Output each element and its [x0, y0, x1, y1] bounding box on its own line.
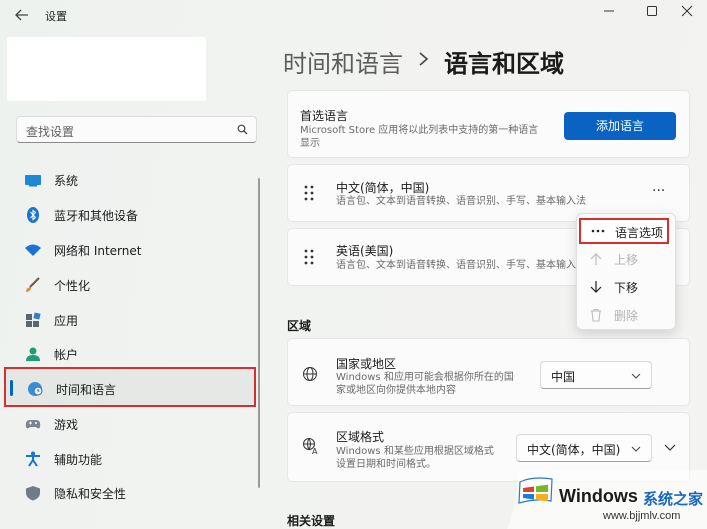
globe-clock-icon: [26, 381, 44, 397]
watermark: Windows 系统之家 www.bjjmlv.com: [507, 470, 707, 529]
accessibility-icon: [24, 451, 42, 467]
shield-icon: [24, 485, 42, 501]
country-value: 中国: [551, 370, 576, 384]
language-name: 中文(简体，中国): [336, 181, 430, 195]
sidebar-item-label: 帐户: [54, 348, 79, 362]
menu-item-move-down[interactable]: 下移: [577, 274, 675, 300]
sidebar-item-label: 系统: [54, 174, 79, 188]
sidebar-item-label: 游戏: [54, 418, 79, 432]
region-section-title: 区域: [287, 319, 312, 333]
chevron-down-icon: [631, 446, 641, 452]
selection-indicator: [10, 380, 13, 396]
close-button[interactable]: [667, 2, 707, 20]
sidebar-item-label: 辅助功能: [54, 453, 103, 467]
account-card[interactable]: [7, 37, 206, 101]
expand-chevron-icon[interactable]: [664, 444, 676, 452]
wifi-icon: [24, 242, 42, 258]
sidebar-item-label: 网络和 Internet: [54, 244, 142, 258]
search-input[interactable]: 查找设置: [16, 116, 257, 143]
arrow-down-icon: [589, 280, 603, 294]
sidebar-item-label: 隐私和安全性: [54, 487, 127, 501]
country-region-card: 国家或地区 Windows 和应用可能会根据你所在的国 家或地区向你提供本地内容…: [287, 338, 690, 406]
breadcrumb-parent[interactable]: 时间和语言: [283, 44, 403, 79]
minimize-button[interactable]: [589, 2, 629, 20]
menu-item-label: 上移: [614, 253, 639, 267]
add-language-button[interactable]: 添加语言: [564, 112, 676, 140]
country-title: 国家或地区: [336, 357, 397, 371]
country-desc-1: Windows 和应用可能会根据你所在的国: [336, 372, 514, 383]
related-settings-title: 相关设置: [287, 514, 336, 528]
language-features: 语言包、文本到语音转换、语音识别、手写、基本输入法: [336, 196, 586, 207]
menu-item-move-up[interactable]: 上移: [577, 246, 675, 272]
menu-item-label: 删除: [614, 309, 639, 323]
regional-format-title: 区域格式: [336, 430, 385, 444]
gamepad-icon: [24, 416, 42, 432]
back-button[interactable]: [14, 8, 32, 24]
sidebar-item-accessibility[interactable]: 辅助功能: [4, 443, 256, 475]
drag-handle-icon[interactable]: [304, 249, 314, 265]
preferred-language-desc-1: Microsoft Store 应用将以此列表中支持的第一种语言: [300, 125, 539, 136]
watermark-brand: Windows: [559, 486, 638, 506]
country-desc-2: 家或地区向你提供本地内容: [336, 385, 456, 396]
sidebar-item-label: 应用: [54, 314, 79, 328]
minimize-icon: [604, 10, 614, 12]
maximize-icon: [647, 6, 657, 16]
sidebar-item-label: 个性化: [54, 279, 91, 293]
sidebar-item-accounts[interactable]: 帐户: [4, 338, 256, 370]
trash-icon: [589, 308, 603, 322]
close-icon: [681, 5, 693, 17]
globe-icon: [302, 366, 318, 382]
search-icon: [237, 124, 248, 135]
apps-icon: [24, 312, 42, 328]
person-icon: [24, 346, 42, 362]
more-icon: [591, 229, 605, 233]
sidebar-item-bluetooth[interactable]: 蓝牙和其他设备: [4, 199, 256, 231]
monitor-icon: [24, 172, 42, 188]
maximize-button[interactable]: [632, 2, 672, 20]
sidebar-item-label: 时间和语言: [56, 383, 117, 397]
preferred-language-title: 首选语言: [300, 109, 349, 123]
sidebar-item-personalization[interactable]: 个性化: [4, 269, 256, 301]
sidebar-item-privacy[interactable]: 隐私和安全性: [4, 477, 256, 509]
language-name: 英语(美国): [336, 244, 394, 258]
language-context-menu: 语言选项 上移 下移 删除: [576, 213, 676, 330]
language-features: 语言包、文本到语音转换、语音识别、手写、基本输入法: [336, 260, 586, 271]
regional-format-desc-1: Windows 和某些应用根据区域格式: [336, 446, 494, 457]
svg-text:A: A: [312, 447, 318, 455]
brush-icon: [24, 277, 42, 293]
arrow-up-icon: [589, 252, 603, 266]
regional-format-value: 中文(简体，中国): [527, 443, 621, 457]
menu-item-language-options[interactable]: 语言选项: [579, 218, 669, 244]
regional-format-desc-2: 设置日期和时间格式。: [336, 459, 436, 470]
menu-item-remove[interactable]: 删除: [577, 302, 675, 328]
watermark-site-name: 系统之家: [643, 490, 704, 508]
sidebar-item-apps[interactable]: 应用: [4, 304, 256, 336]
sidebar-item-network[interactable]: 网络和 Internet: [4, 234, 256, 266]
preferred-language-card: 首选语言 Microsoft Store 应用将以此列表中支持的第一种语言 显示…: [287, 90, 690, 158]
bluetooth-icon: [24, 207, 42, 223]
chevron-down-icon: [631, 373, 641, 379]
window-title: 设置: [45, 10, 67, 23]
search-placeholder: 查找设置: [26, 125, 75, 139]
regional-format-dropdown[interactable]: 中文(简体，中国): [516, 434, 652, 462]
drag-handle-icon[interactable]: [304, 185, 314, 201]
menu-item-label: 语言选项: [615, 226, 664, 240]
sidebar-item-gaming[interactable]: 游戏: [4, 408, 256, 440]
breadcrumb-chevron-icon: [417, 49, 431, 69]
preferred-language-desc-2: 显示: [300, 138, 320, 149]
country-dropdown[interactable]: 中国: [540, 361, 652, 389]
arrow-left-icon: [15, 9, 28, 21]
sidebar-scrollbar[interactable]: [258, 178, 260, 488]
menu-item-label: 下移: [614, 281, 639, 295]
more-options-button[interactable]: ···: [652, 183, 665, 199]
sidebar-item-system[interactable]: 系统: [4, 164, 256, 196]
watermark-url: www.bjjmlv.com: [603, 510, 681, 522]
regional-format-icon: A: [302, 437, 320, 455]
page-title: 语言和区域: [444, 50, 564, 78]
sidebar-item-time-language[interactable]: 时间和语言: [4, 367, 256, 407]
sidebar-item-label: 蓝牙和其他设备: [54, 209, 139, 223]
